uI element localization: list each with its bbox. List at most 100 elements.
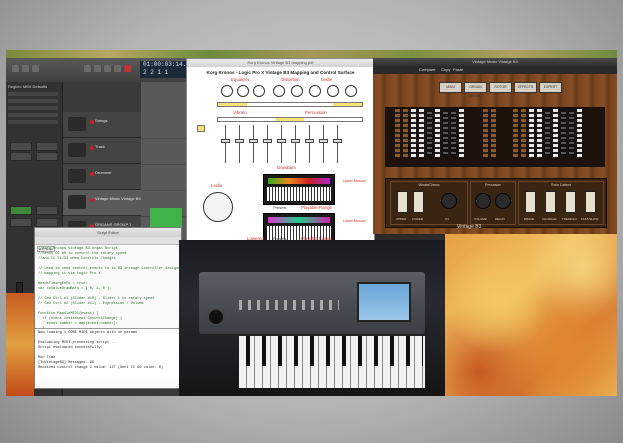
eq-button[interactable]: [10, 152, 32, 161]
drawbar[interactable]: [411, 109, 416, 157]
record-enable-icon[interactable]: [90, 146, 94, 150]
pdf-viewer-window: Korg Kronos Vintage B3 mapping.pdf Korg …: [186, 58, 375, 245]
play-icon[interactable]: [114, 65, 121, 72]
inspector-row[interactable]: [8, 99, 58, 103]
drawbar[interactable]: [521, 109, 526, 157]
tremolo-toggle[interactable]: [565, 191, 576, 213]
drawbar[interactable]: [403, 109, 408, 157]
effects-button[interactable]: EFFECTS: [514, 82, 537, 93]
drawbars-label: Drawbars: [277, 165, 296, 170]
vibrato-knob[interactable]: [441, 193, 457, 209]
desktop-wallpaper-strip: [6, 50, 617, 58]
record-enable-icon[interactable]: [90, 172, 94, 176]
drawbar[interactable]: [569, 109, 574, 157]
brake-toggle[interactable]: [525, 191, 536, 213]
drawbar[interactable]: [577, 109, 582, 157]
record-enable-icon[interactable]: [90, 120, 94, 124]
pdf-heading: Korg Kronos - Logic Pro X Vintage B3 Map…: [206, 70, 355, 75]
expert-button[interactable]: EXPERT: [539, 82, 562, 93]
track-row[interactable]: Vintage Music Vintage B3: [63, 190, 141, 216]
group-button[interactable]: [36, 218, 58, 227]
inspector-row[interactable]: [8, 106, 58, 110]
synth-black-keys: [241, 336, 423, 366]
compare-button[interactable]: Compare: [419, 67, 435, 72]
organ-sound-button[interactable]: ORGAN SOUND: [464, 82, 487, 98]
desktop-screen: 01:00:03:14.53 2 2 1 1 Region: MIDI Defa…: [6, 50, 617, 396]
lower-toggle[interactable]: [413, 191, 424, 213]
button-row: [217, 117, 363, 122]
output-button[interactable]: [36, 206, 58, 215]
track-icon: [68, 117, 86, 131]
inspector-row[interactable]: [8, 92, 58, 96]
drawbar[interactable]: [513, 109, 518, 157]
eq-button-2[interactable]: [36, 152, 58, 161]
orange-artwork-strip: [6, 293, 34, 396]
track-name: Strings: [95, 118, 108, 123]
drawbar[interactable]: [459, 109, 464, 157]
track-icon: [68, 169, 86, 183]
copy-button[interactable]: Copy: [441, 67, 450, 72]
toggle-label: CHORALE: [542, 217, 557, 221]
record-enable-icon[interactable]: [90, 198, 94, 202]
synth-touchscreen: [357, 282, 411, 322]
slider-icon: [221, 125, 230, 163]
drawbar[interactable]: [561, 109, 566, 157]
drawbar[interactable]: [553, 109, 558, 157]
inspector-icon[interactable]: [22, 65, 29, 72]
rewind-icon[interactable]: [84, 65, 91, 72]
vintage-b3-footer: Vintage B3: [457, 224, 482, 230]
chorale-toggle[interactable]: [545, 191, 556, 213]
console-line: Received control change 2 value: 127 (Se…: [38, 366, 164, 370]
inspector-row[interactable]: [8, 120, 58, 124]
track-row[interactable]: Strings: [63, 112, 141, 138]
group-label: Vibrato/Chorus: [418, 183, 440, 187]
upper-toggle[interactable]: [397, 191, 408, 213]
input-button[interactable]: [10, 206, 32, 215]
drawbar[interactable]: [529, 109, 534, 157]
drawbar[interactable]: [419, 109, 424, 157]
knob-icon: [253, 85, 265, 97]
drawbar[interactable]: [451, 109, 456, 157]
b3-control-panel: Vibrato/Chorus UPPER LOWER C3 Percussion…: [385, 178, 607, 228]
drawbar[interactable]: [395, 109, 400, 157]
joystick-icon: [203, 192, 233, 222]
drawbar[interactable]: [427, 109, 432, 157]
track-name: Track: [95, 144, 105, 149]
inspector-row[interactable]: [8, 113, 58, 117]
knob-icon: [345, 85, 357, 97]
track-icon: [68, 195, 86, 209]
help-icon[interactable]: [32, 65, 39, 72]
percussion-volume-knob[interactable]: [475, 193, 491, 209]
percussion-decay-knob[interactable]: [495, 193, 511, 209]
drawbar[interactable]: [545, 109, 550, 157]
main-button[interactable]: MAIN: [439, 82, 462, 93]
toggle-label: UPPER: [396, 217, 407, 221]
paste-button[interactable]: Paste: [453, 67, 463, 72]
abstract-painting: [445, 234, 617, 396]
toggle-label: TREMOLO: [562, 217, 577, 221]
stereo-out-button[interactable]: [10, 218, 32, 227]
drawbar[interactable]: [435, 109, 440, 157]
equalizer-label: Equalizer: [231, 77, 250, 82]
pedal-drawbar[interactable]: [491, 109, 496, 157]
track-row[interactable]: Track: [63, 138, 141, 164]
stop-icon[interactable]: [104, 65, 111, 72]
setting-button[interactable]: [10, 142, 32, 151]
b3-header-bar: Compare Copy Paste: [373, 66, 617, 74]
setting-button-2[interactable]: [36, 142, 58, 151]
pedal-drawbar[interactable]: [483, 109, 488, 157]
leslie-joystick-label: Leslie: [211, 183, 223, 188]
playable-range-label: Playable Range: [301, 205, 333, 210]
rotor-button[interactable]: ROTOR: [489, 82, 512, 93]
drawbar[interactable]: [537, 109, 542, 157]
record-icon[interactable]: [124, 65, 131, 72]
track-row[interactable]: Drummer: [63, 164, 141, 190]
fast-slow-toggle[interactable]: [585, 191, 596, 213]
knob-label: DECAY: [495, 217, 506, 221]
forward-icon[interactable]: [94, 65, 101, 72]
vintage-b3-window: Vintage Music Vintage B3 Compare Copy Pa…: [373, 58, 617, 234]
synth-knobs: [239, 300, 339, 310]
library-icon[interactable]: [12, 65, 19, 72]
drawbar[interactable]: [443, 109, 448, 157]
lower-manual-label: Lower Manual: [343, 219, 366, 223]
